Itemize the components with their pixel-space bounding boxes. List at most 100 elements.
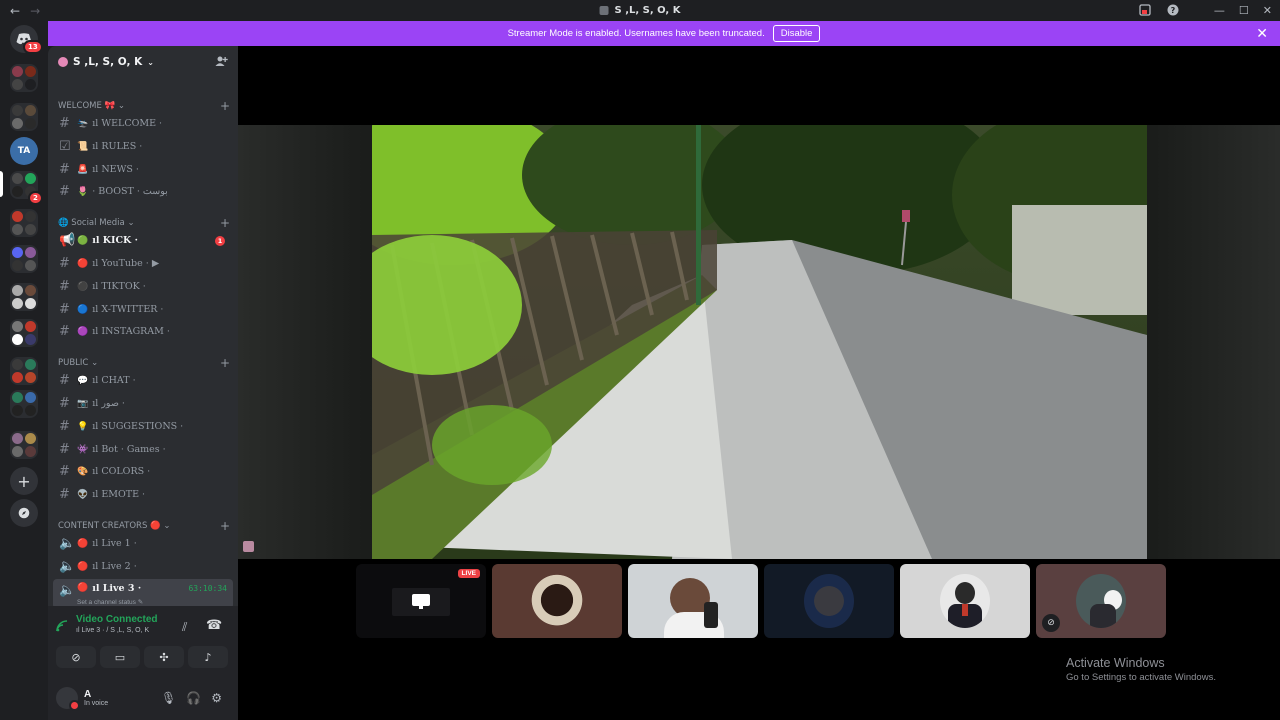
participant-tile-2[interactable] — [628, 564, 758, 638]
server-folder-6[interactable] — [10, 283, 38, 311]
channel-chat[interactable]: # 💬 ıl CHAT · — [53, 370, 233, 391]
invite-people-icon[interactable] — [215, 55, 228, 70]
close-window-icon[interactable]: ✕ — [1263, 4, 1272, 17]
voice-status-channel[interactable]: ıl Live 3 · / S ,L, S, O, K — [76, 627, 158, 634]
gear-icon[interactable]: ⚙ — [211, 691, 222, 705]
voice-channel-icon: 🔈 — [59, 583, 76, 598]
text-channel-icon: # — [59, 464, 70, 479]
nav-arrows: ← → — [0, 4, 48, 18]
add-channel-icon[interactable]: + — [220, 216, 230, 230]
channel-emoji: 🟣 — [77, 326, 89, 337]
server-header[interactable]: S ,L, S, O, K ⌄ — [48, 46, 238, 78]
channel-status-prompt[interactable]: Set a channel status ✎ — [77, 598, 143, 606]
channel-emoji: 🚨 — [77, 164, 89, 175]
category-content-creators[interactable]: CONTENT CREATORS 🔴 ⌄ + — [58, 519, 230, 533]
channel-label: ıl SUGGESTIONS · — [92, 421, 184, 432]
add-channel-icon[interactable]: + — [220, 356, 230, 370]
channel-welcome[interactable]: # 🛬 ıl WELCOME · — [53, 113, 233, 134]
channel-photos[interactable]: # 📷 ıl صور · — [53, 393, 233, 414]
category-emoji: 🔴 — [150, 521, 161, 531]
voice-channel-icon: 🔈 — [59, 559, 76, 574]
voice-channel-live-1[interactable]: 🔈 🔴 ıl Live 1 · — [53, 533, 233, 554]
live-badge: LIVE — [457, 569, 480, 578]
forward-arrow-icon[interactable]: → — [30, 4, 40, 18]
text-channel-icon: # — [59, 162, 70, 177]
plus-icon: + — [17, 471, 31, 491]
soundboard-button[interactable]: ♪ — [188, 646, 228, 668]
microphone-icon[interactable]: 🎙 — [161, 691, 176, 705]
channel-emote[interactable]: # 👽 ıl EMOTE · — [53, 484, 233, 505]
server-folder-10[interactable] — [10, 431, 38, 459]
participant-tile-1[interactable] — [492, 564, 622, 638]
channel-youtube[interactable]: # 🔴 ıl YouTube · ▶ — [53, 253, 233, 274]
server-icon-ta[interactable]: TA — [10, 137, 38, 165]
channel-label: ıl WELCOME · — [92, 118, 163, 129]
server-folder-2[interactable] — [10, 103, 38, 131]
camera-toggle-button[interactable]: ⊘ — [56, 646, 96, 668]
channel-colors[interactable]: # 🎨 ıl COLORS · — [53, 461, 233, 482]
category-social-media[interactable]: 🌐 Social Media ⌄ + — [58, 216, 230, 230]
channel-label: ıl INSTAGRAM · — [92, 326, 170, 337]
title-bar: ← → S ,L, S, O, K ? — ☐ ✕ — [0, 0, 1280, 21]
channel-news[interactable]: # 🚨 ıl NEWS · — [53, 159, 233, 180]
channel-sidebar: S ,L, S, O, K ⌄ WELCOME 🎀 ⌄ + 🌐 Social M… — [48, 46, 238, 720]
avatar — [1076, 574, 1126, 628]
maximize-icon[interactable]: ☐ — [1239, 4, 1249, 17]
text-channel-icon: # — [59, 419, 70, 434]
channel-rules[interactable]: ☑ 📜 ıl RULES · — [53, 136, 233, 157]
banner-close-icon[interactable]: ✕ — [1256, 25, 1268, 42]
channel-label: ıl RULES · — [92, 141, 143, 152]
participant-tile-4[interactable] — [900, 564, 1030, 638]
back-arrow-icon[interactable]: ← — [10, 4, 20, 18]
voice-status-title[interactable]: Video Connected — [76, 614, 158, 625]
channel-tiktok[interactable]: # ⚫ ıl TIKTOK · — [53, 276, 233, 297]
username[interactable]: A — [84, 689, 108, 700]
avatar[interactable] — [56, 687, 80, 711]
minimize-icon[interactable]: — — [1214, 4, 1225, 17]
stream-video[interactable] — [372, 125, 1147, 559]
category-label: PUBLIC — [58, 358, 89, 368]
participant-mini-avatar[interactable] — [243, 541, 254, 552]
noise-suppression-icon[interactable]: ⫽ — [182, 620, 187, 635]
server-folder-1[interactable] — [10, 64, 38, 92]
channel-emoji: 💬 — [77, 375, 89, 386]
channel-bot-games[interactable]: # 👾 ıl Bot · Games · — [53, 439, 233, 460]
category-welcome[interactable]: WELCOME 🎀 ⌄ + — [58, 99, 230, 113]
server-folder-4[interactable] — [10, 209, 38, 237]
category-public[interactable]: PUBLIC ⌄ + — [58, 356, 230, 370]
help-icon[interactable]: ? — [1166, 3, 1180, 17]
channel-kick[interactable]: 📢 🟢 ıl KICK · 1 — [53, 230, 233, 251]
server-rail: 13 TA 2 + — [0, 21, 48, 720]
explore-servers-button[interactable] — [10, 499, 38, 527]
add-channel-icon[interactable]: + — [220, 99, 230, 113]
disconnect-icon[interactable]: ☎ — [206, 618, 222, 633]
channel-x-twitter[interactable]: # 🔵 ıl X-TWITTER · — [53, 299, 233, 320]
active-server-pill — [0, 171, 3, 197]
channel-instagram[interactable]: # 🟣 ıl INSTAGRAM · — [53, 321, 233, 342]
avatar — [530, 574, 584, 632]
channel-emoji: 🟢 — [77, 235, 89, 246]
screen-share-button[interactable]: ▭ — [100, 646, 140, 668]
server-folder-8[interactable] — [10, 357, 38, 385]
server-folder-5[interactable] — [10, 245, 38, 273]
announcement-channel-icon: 📢 — [59, 233, 76, 248]
server-folder-7[interactable] — [10, 319, 38, 347]
inbox-icon[interactable] — [1138, 3, 1152, 17]
stream-tile-screen-share[interactable]: LIVE — [356, 564, 486, 638]
chevron-down-icon: ⌄ — [163, 521, 171, 531]
channel-suggestions[interactable]: # 💡 ıl SUGGESTIONS · — [53, 416, 233, 437]
participant-tile-5[interactable]: ⊘ — [1036, 564, 1166, 638]
voice-status: Video Connected ıl Live 3 · / S ,L, S, O… — [56, 614, 158, 634]
voice-channel-live-2[interactable]: 🔈 🔴 ıl Live 2 · — [53, 556, 233, 577]
mention-badge: 1 — [215, 235, 225, 246]
disable-button[interactable]: Disable — [772, 25, 821, 42]
voice-channel-live-3[interactable]: 🔈 🔴 ıl Live 3 · 63:10:34 Set a channel sta… — [53, 579, 233, 609]
channel-boost[interactable]: # 🌷 · BOOST · بوست — [53, 181, 233, 202]
user-panel: A In voice 🎙 🎧 ⚙ — [48, 676, 238, 720]
add-channel-icon[interactable]: + — [220, 519, 230, 533]
participant-tile-3[interactable] — [764, 564, 894, 638]
activities-button[interactable]: ✣ — [144, 646, 184, 668]
server-folder-9[interactable] — [10, 390, 38, 418]
add-server-button[interactable]: + — [10, 467, 38, 495]
headphones-icon[interactable]: 🎧 — [186, 691, 201, 705]
